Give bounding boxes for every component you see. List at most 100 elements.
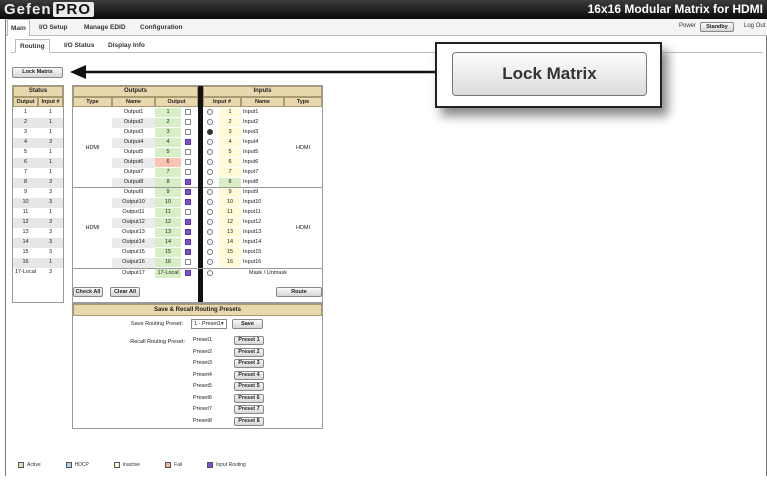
output-checkbox[interactable]: [185, 119, 191, 125]
legend-label: Inactive: [122, 462, 141, 469]
output-checkbox[interactable]: [185, 239, 191, 245]
output-number: 15: [155, 248, 181, 257]
output-checkbox[interactable]: [185, 270, 191, 276]
save-preset-button[interactable]: Save: [232, 319, 263, 329]
preset-button[interactable]: Preset 4: [234, 370, 264, 380]
outputs-title: Outputs: [73, 86, 198, 97]
input-radio[interactable]: [207, 149, 213, 155]
legend-item: HDCP: [65, 462, 89, 468]
column-header: Name: [241, 97, 284, 107]
output-checkbox[interactable]: [185, 149, 191, 155]
legend-swatch: [113, 462, 120, 468]
mask-unmask-label: Mask / Unmask: [249, 270, 287, 276]
input-radio[interactable]: [207, 159, 213, 165]
input-radio[interactable]: [207, 169, 213, 175]
output-checkbox[interactable]: [185, 109, 191, 115]
input-number: 13: [219, 228, 241, 237]
status-input-cell: 3: [48, 179, 53, 185]
input-radio[interactable]: [207, 189, 213, 195]
input-type-label: HDMI: [295, 145, 311, 151]
input-number: 1: [219, 108, 241, 117]
status-output-cell: 12: [22, 219, 29, 225]
output-number: 16: [155, 258, 181, 267]
power-label: Power: [679, 23, 697, 29]
column-header: Output: [155, 97, 198, 107]
input-radio[interactable]: [207, 239, 213, 245]
input-radio[interactable]: [207, 179, 213, 185]
callout-box: Lock Matrix: [435, 42, 662, 108]
input-radio[interactable]: [207, 129, 213, 135]
output-checkbox[interactable]: [185, 139, 191, 145]
tab-io-setup[interactable]: I/O Setup: [39, 19, 68, 36]
output-checkbox[interactable]: [185, 209, 191, 215]
output-checkbox[interactable]: [185, 169, 191, 175]
output-number: 8: [155, 178, 181, 187]
output-number: 1: [155, 108, 181, 117]
clear-all-button[interactable]: Clear All: [110, 287, 140, 297]
output-checkbox[interactable]: [185, 179, 191, 185]
output-checkbox[interactable]: [185, 189, 191, 195]
legend-item: Fail: [165, 462, 182, 468]
standby-button[interactable]: Standby: [700, 22, 734, 32]
input-type-label: HDMI: [295, 225, 311, 231]
input-number: 9: [219, 188, 241, 197]
input-radio[interactable]: [207, 119, 213, 125]
output-checkbox[interactable]: [185, 199, 191, 205]
status-output-cell: 16: [22, 259, 29, 265]
legend-swatch: [165, 462, 172, 468]
input-name: Input4: [243, 139, 259, 145]
input-name: Input5: [243, 149, 259, 155]
tab-manage-edid[interactable]: Manage EDID: [84, 19, 126, 36]
output-checkbox[interactable]: [185, 229, 191, 235]
status-output-cell: 13: [22, 229, 29, 235]
input-radio[interactable]: [207, 199, 213, 205]
input-radio[interactable]: [207, 109, 213, 115]
preset-button[interactable]: Preset 1: [234, 336, 264, 345]
callout-lock-matrix: Lock Matrix: [452, 52, 647, 96]
output-checkbox[interactable]: [185, 249, 191, 255]
check-all-button[interactable]: Check All: [73, 287, 103, 297]
output-checkbox[interactable]: [185, 129, 191, 135]
logout-link[interactable]: Log Out: [744, 23, 765, 29]
output-number: 2: [155, 118, 181, 127]
tab-display-info[interactable]: Display Info: [108, 39, 145, 53]
preset-button[interactable]: Preset 5: [234, 382, 264, 391]
tab-main[interactable]: Main: [7, 19, 30, 36]
input-number: 3: [219, 128, 241, 137]
save-preset-select[interactable]: 1 - Preset1▾: [191, 319, 227, 329]
lock-matrix-button[interactable]: Lock Matrix: [12, 67, 63, 78]
input-number: 16: [219, 258, 241, 267]
tab-io-status[interactable]: I/O Status: [64, 39, 94, 53]
output-checkbox[interactable]: [185, 259, 191, 265]
input-radio[interactable]: [207, 219, 213, 225]
input-number: 5: [219, 148, 241, 157]
input-radio[interactable]: [207, 229, 213, 235]
preset-button[interactable]: Preset 2: [234, 347, 264, 357]
output-checkbox[interactable]: [185, 219, 191, 225]
tab-routing[interactable]: Routing: [15, 39, 50, 53]
input-name: Input12: [243, 219, 262, 225]
input-name: Input7: [243, 169, 259, 175]
presets-title: Save & Recall Routing Presets: [73, 304, 322, 316]
tab-configuration[interactable]: Configuration: [140, 19, 183, 36]
preset-button[interactable]: Preset 8: [234, 416, 264, 426]
logo-pro-text: PRO: [52, 2, 95, 17]
column-header: Type: [284, 97, 322, 107]
route-button[interactable]: Route: [276, 287, 322, 297]
output-name: Output4: [123, 139, 144, 145]
input-radio[interactable]: [207, 139, 213, 145]
preset-button[interactable]: Preset 7: [234, 405, 264, 414]
column-header: Type: [73, 97, 112, 107]
status-output-cell: 10: [22, 199, 29, 205]
output-name: Output12: [122, 219, 145, 225]
output-checkbox[interactable]: [185, 159, 191, 165]
preset-button[interactable]: Preset 6: [234, 393, 264, 403]
input-radio[interactable]: [207, 209, 213, 215]
legend-label: Fail: [174, 462, 183, 469]
preset-button[interactable]: Preset 3: [234, 359, 264, 368]
input-radio[interactable]: [207, 259, 213, 265]
input-name: Input15: [243, 249, 262, 255]
input-radio[interactable]: [207, 249, 213, 255]
input-radio[interactable]: [207, 270, 213, 276]
output-number: 6: [155, 158, 181, 167]
